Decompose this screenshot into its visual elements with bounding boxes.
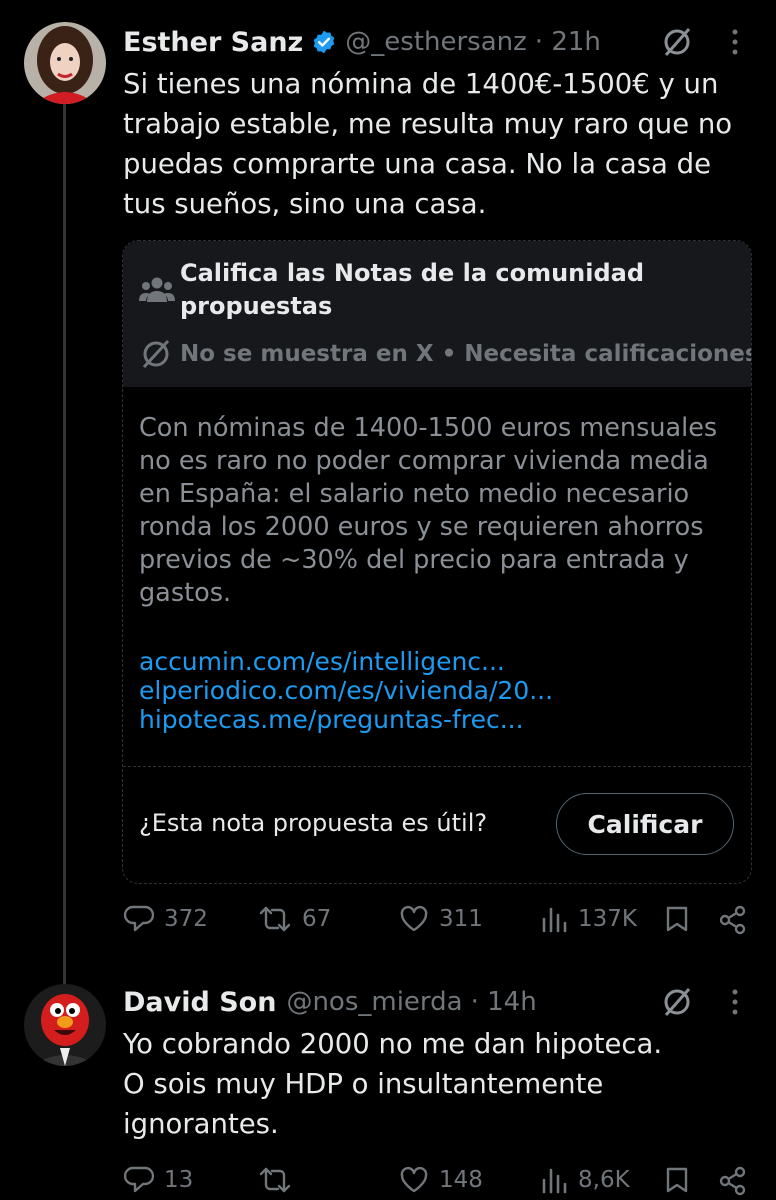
views-count: 8,6K [578,1167,630,1193]
repost-icon [259,1167,291,1193]
note-body: Con nóminas de 1400-1500 euros mensuales… [139,413,718,608]
more-options-icon[interactable] [728,988,742,1020]
like-count: 311 [439,906,483,932]
repost-button[interactable] [258,1166,302,1194]
verified-badge-icon [311,29,337,55]
like-button[interactable]: 311 [399,905,483,933]
rate-button[interactable]: Calificar [556,793,734,855]
note-title-line1: Califica las Notas de la comunidad [180,259,645,287]
views-icon [542,907,567,933]
share-icon[interactable] [718,1166,748,1200]
repost-button[interactable]: 67 [258,905,331,933]
note-links: accumin.com/es/intelligenc... elperiodic… [139,647,553,734]
community-note-header[interactable]: Califica las Notas de la comunidad propu… [123,241,751,387]
reply-button[interactable]: 13 [124,1166,193,1194]
repost-icon [259,906,291,932]
note-title-line2: propuestas [180,292,333,320]
tweet-time[interactable]: · 14h [471,987,537,1017]
note-link[interactable]: elperiodico.com/es/vivienda/20... [139,676,553,705]
avatar-david[interactable] [24,984,106,1066]
reply-count: 372 [164,906,208,932]
people-icon [139,275,175,307]
reply-icon [124,1166,154,1193]
bookmark-icon[interactable] [665,905,689,937]
hidden-eye-icon [139,339,173,373]
views-button[interactable]: 8,6K [540,1166,630,1194]
community-note-card: Califica las Notas de la comunidad propu… [122,240,752,884]
share-icon[interactable] [718,905,748,939]
views-button[interactable]: 137K [540,905,637,933]
tweet-time[interactable]: · 21h [535,27,601,57]
tweet1-text: Si tienes una nómina de 1400€-1500€ y un… [123,68,733,220]
author-handle[interactable]: @_esthersanz [345,27,527,57]
views-icon [542,1168,567,1194]
reply-count: 13 [164,1167,194,1193]
more-options-icon[interactable] [728,28,742,60]
note-link[interactable]: accumin.com/es/intelligenc... [139,647,553,676]
tweet2-header: David Son @nos_mierda · 14h [123,984,537,1020]
author-handle[interactable]: @nos_mierda [286,987,462,1017]
avatar-esther[interactable] [24,22,106,104]
heart-icon [400,905,428,932]
repost-count: 67 [302,906,332,932]
like-count: 148 [439,1167,483,1193]
author-name[interactable]: Esther Sanz [123,27,303,58]
like-button[interactable]: 148 [399,1166,483,1194]
views-count: 137K [578,906,637,932]
thread-line [63,104,66,984]
heart-icon [400,1166,428,1193]
reply-button[interactable]: 372 [124,905,208,933]
note-question: ¿Esta nota propuesta es útil? [139,809,488,837]
tweet2-text: Yo cobrando 2000 no me dan hipoteca. O s… [123,1028,663,1140]
note-link[interactable]: hipotecas.me/preguntas-frec... [139,705,553,734]
tweet1-header: Esther Sanz @_esthersanz · 21h [123,24,601,60]
note-divider [123,766,751,767]
reply-icon [124,905,154,932]
hide-icon[interactable] [660,985,694,1023]
note-status: No se muestra en X • Necesita calificaci… [180,341,752,367]
author-name[interactable]: David Son [123,987,276,1018]
hide-icon[interactable] [660,25,694,63]
bookmark-icon[interactable] [665,1166,689,1198]
